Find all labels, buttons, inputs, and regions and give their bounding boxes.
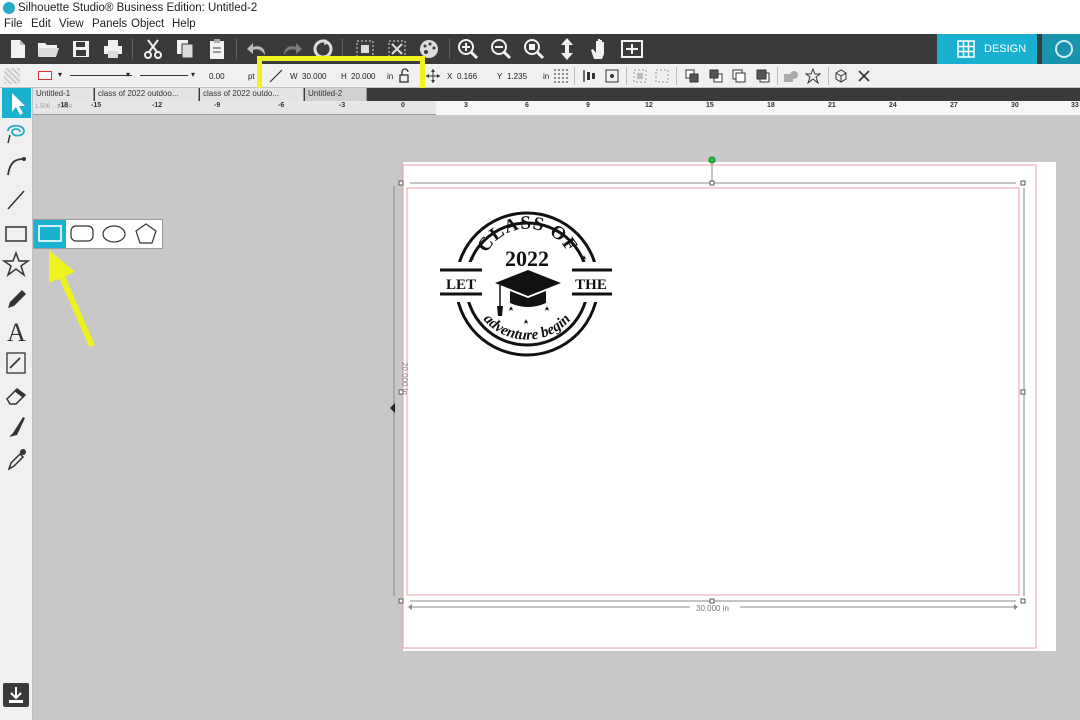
canvas-overlay: CLASS OF 2022 LET THE adventure begin xyxy=(49,156,1037,649)
right-word-text: THE xyxy=(575,277,607,293)
graduation-cap-icon xyxy=(495,270,561,316)
resize-handle[interactable] xyxy=(709,180,715,186)
yellow-arrow-annotation xyxy=(49,250,95,348)
year-text: 2022 xyxy=(505,246,549,271)
margin-border xyxy=(406,187,1020,596)
arrow-left-icon xyxy=(390,403,395,413)
resize-handle[interactable] xyxy=(1020,180,1026,186)
resize-handle[interactable] xyxy=(1020,598,1026,604)
left-word-text: LET xyxy=(446,277,476,293)
star-icon xyxy=(545,306,549,311)
rotate-handle[interactable] xyxy=(708,156,716,164)
selection-height-label: 20.000 in xyxy=(399,362,409,395)
class-of-2022-design[interactable]: CLASS OF 2022 LET THE adventure begin xyxy=(438,211,616,357)
resize-handle[interactable] xyxy=(398,598,404,604)
resize-handle[interactable] xyxy=(709,598,715,604)
script-arc-text: adventure begin xyxy=(480,311,574,344)
star-icon xyxy=(509,306,513,311)
selection-width-label: 30.000 in xyxy=(694,604,731,613)
resize-handle[interactable] xyxy=(398,180,404,186)
star-icon xyxy=(524,319,528,324)
resize-handle[interactable] xyxy=(1020,389,1026,395)
